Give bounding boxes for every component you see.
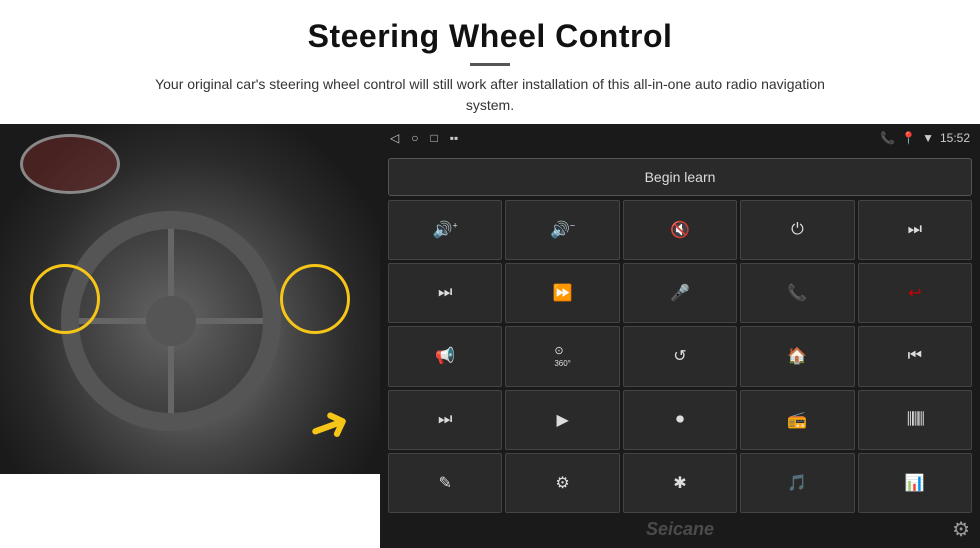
gauge-hint [20, 134, 120, 194]
yellow-circle-left [30, 264, 100, 334]
pen-icon: ✎ [438, 473, 451, 493]
vol-down-icon: 🔊− [550, 220, 575, 240]
spectrum-cell[interactable]: 📊 [858, 453, 972, 513]
hangup-icon: ↩ [908, 283, 921, 303]
page: Steering Wheel Control Your original car… [0, 0, 980, 548]
android-statusbar: ◁ ○ □ ▪▪ 📞 📍 ▼ 15:52 [380, 124, 980, 152]
back-nav-icon: ↺ [673, 346, 686, 366]
bluetooth-icon: ✱ [673, 473, 686, 493]
wifi-icon: ▼ [922, 131, 934, 145]
android-screen: ◁ ○ □ ▪▪ 📞 📍 ▼ 15:52 Begin learn [380, 124, 980, 548]
horn-icon: 📢 [435, 346, 455, 366]
radio-icon: 📻 [787, 410, 807, 430]
gear-settings-icon[interactable]: ⚙ [952, 517, 970, 542]
skip-fwd-icon: ⏭ [908, 221, 922, 239]
camera360-cell[interactable]: ⊙360° [505, 326, 619, 386]
header-section: Steering Wheel Control Your original car… [0, 0, 980, 124]
skip-fwd-cell[interactable]: ⏭ [858, 200, 972, 260]
photo-inner: ➜ [0, 124, 380, 474]
power-cell[interactable]: ⏻ [740, 200, 854, 260]
content-row: ➜ ◁ ○ □ ▪▪ 📞 📍 ▼ 15:5 [0, 124, 980, 548]
sw-hub [146, 296, 196, 346]
location-icon: 📍 [901, 131, 916, 145]
music-cell[interactable]: 🎵 [740, 453, 854, 513]
mute-icon: 🔇 [670, 220, 690, 240]
recents-icon[interactable]: □ [430, 131, 437, 145]
hangup-cell[interactable]: ↩ [858, 263, 972, 323]
home-icon[interactable]: ○ [411, 131, 418, 145]
rewind-icon: ⏮ [908, 347, 922, 365]
android-content: Begin learn 🔊+ 🔊− 🔇 ⏻ ⏭ ⏭ ⏩ 🎤 📞 [380, 152, 980, 548]
next-cell[interactable]: ⏭ [388, 263, 502, 323]
yellow-circle-right [280, 264, 350, 334]
vol-up-cell[interactable]: 🔊+ [388, 200, 502, 260]
android-screen-wrapper: ◁ ○ □ ▪▪ 📞 📍 ▼ 15:52 Begin learn [380, 124, 980, 548]
home-nav-cell[interactable]: 🏠 [740, 326, 854, 386]
eq-icon: ⫼⫼⫼ [907, 411, 923, 429]
icon-grid: 🔊+ 🔊− 🔇 ⏻ ⏭ ⏭ ⏩ 🎤 📞 ↩ 📢 ⊙360° [388, 200, 972, 513]
bt-cell[interactable]: ✱ [623, 453, 737, 513]
fastfwd-cell[interactable]: ⏩ [505, 263, 619, 323]
clock: 15:52 [940, 131, 970, 145]
skipfwd2-cell[interactable]: ⏭ [388, 390, 502, 450]
eject-icon: ⏺ [676, 411, 684, 429]
power-icon: ⏻ [791, 221, 804, 239]
music-icon: 🎵 [787, 473, 807, 493]
phone-call-icon: 📞 [787, 283, 807, 303]
camera360-icon: ⊙360° [554, 344, 571, 369]
header-divider [470, 63, 510, 66]
rewind-cell[interactable]: ⏮ [858, 326, 972, 386]
settings2-cell[interactable]: ⚙ [505, 453, 619, 513]
spectrum-icon: 📊 [905, 473, 925, 493]
eject-cell[interactable]: ⏺ [623, 390, 737, 450]
fastfwd-icon: ⏩ [553, 283, 573, 303]
next-icon: ⏭ [438, 284, 452, 302]
back-icon[interactable]: ◁ [390, 131, 399, 145]
yellow-arrow: ➜ [299, 391, 358, 460]
horn-cell[interactable]: 📢 [388, 326, 502, 386]
vol-up-icon: 🔊+ [433, 220, 458, 240]
pen-cell[interactable]: ✎ [388, 453, 502, 513]
vol-down-cell[interactable]: 🔊− [505, 200, 619, 260]
signal-icon: ▪▪ [450, 131, 459, 145]
back-nav-cell[interactable]: ↺ [623, 326, 737, 386]
status-left: ◁ ○ □ ▪▪ [390, 131, 458, 145]
seicane-watermark: Seicane [388, 517, 972, 542]
phone-icon: 📞 [880, 131, 895, 145]
header-description: Your original car's steering wheel contr… [140, 74, 840, 116]
page-title: Steering Wheel Control [60, 18, 920, 55]
status-right: 📞 📍 ▼ 15:52 [880, 131, 970, 145]
home-nav-icon: 🏠 [787, 346, 807, 366]
mute-cell[interactable]: 🔇 [623, 200, 737, 260]
steering-wheel-photo: ➜ [0, 124, 380, 474]
nav-icon: ▶ [556, 410, 568, 430]
steering-wheel [61, 211, 281, 431]
phone-cell[interactable]: 📞 [740, 263, 854, 323]
mic-icon: 🎤 [670, 283, 690, 303]
eq-cell[interactable]: ⫼⫼⫼ [858, 390, 972, 450]
begin-learn-button[interactable]: Begin learn [388, 158, 972, 196]
radio-cell[interactable]: 📻 [740, 390, 854, 450]
settings2-icon: ⚙ [555, 473, 569, 493]
mic-cell[interactable]: 🎤 [623, 263, 737, 323]
nav-cell[interactable]: ▶ [505, 390, 619, 450]
skipfwd2-icon: ⏭ [438, 411, 452, 429]
